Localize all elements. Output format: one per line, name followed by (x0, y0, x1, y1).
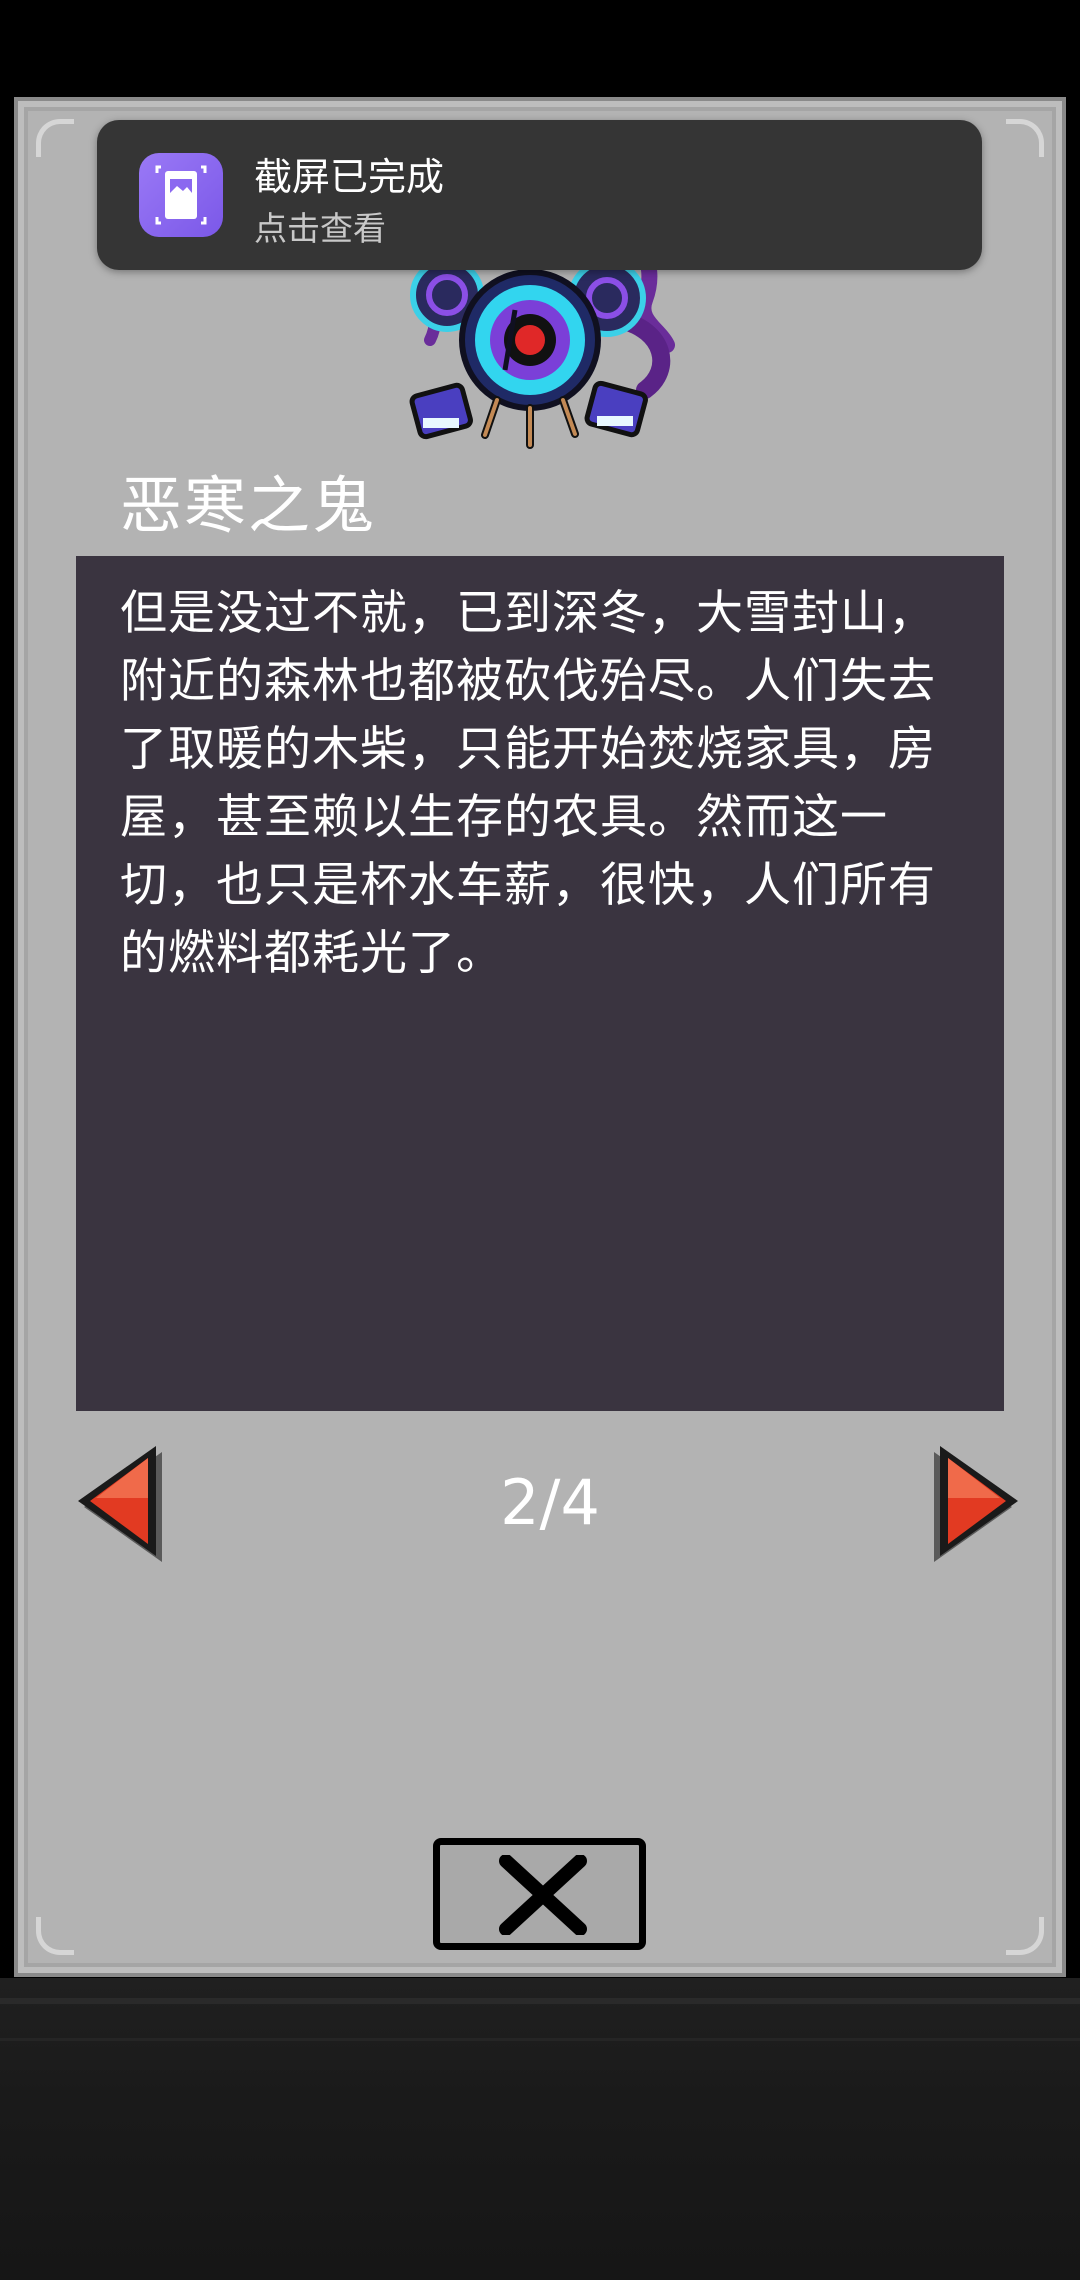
game-screen: 恶寒之鬼 但是没过不就，已到深冬，大雪封山，附近的森林也都被砍伐殆尽。人们失去了… (0, 0, 1080, 2280)
character-name: 恶寒之鬼 (120, 469, 377, 542)
red-right-arrow-icon (934, 1446, 1018, 1562)
panel-corner-decoration (36, 119, 74, 157)
screenshot-notification[interactable]: 截屏已完成 点击查看 (97, 120, 982, 270)
red-left-arrow-icon (78, 1446, 162, 1562)
story-text: 但是没过不就，已到深冬，大雪封山，附近的森林也都被砍伐殆尽。人们失去了取暖的木柴… (120, 586, 936, 981)
background-floor (0, 1978, 1080, 2280)
panel-corner-decoration (1006, 119, 1044, 157)
previous-page-button[interactable] (74, 1440, 166, 1566)
story-text-box: 但是没过不就，已到深冬，大雪封山，附近的森林也都被砍伐殆尽。人们失去了取暖的木柴… (76, 556, 1004, 1411)
next-page-button[interactable] (930, 1440, 1022, 1566)
notification-title: 截屏已完成 (254, 155, 445, 199)
panel-corner-decoration (1006, 1917, 1044, 1955)
screenshot-gallery-icon (139, 153, 223, 237)
panel-corner-decoration (36, 1917, 74, 1955)
page-indicator: 2/4 (500, 1466, 600, 1539)
close-x-icon (499, 1855, 587, 1935)
notification-subtitle: 点击查看 (254, 209, 386, 248)
close-button[interactable] (433, 1838, 646, 1950)
